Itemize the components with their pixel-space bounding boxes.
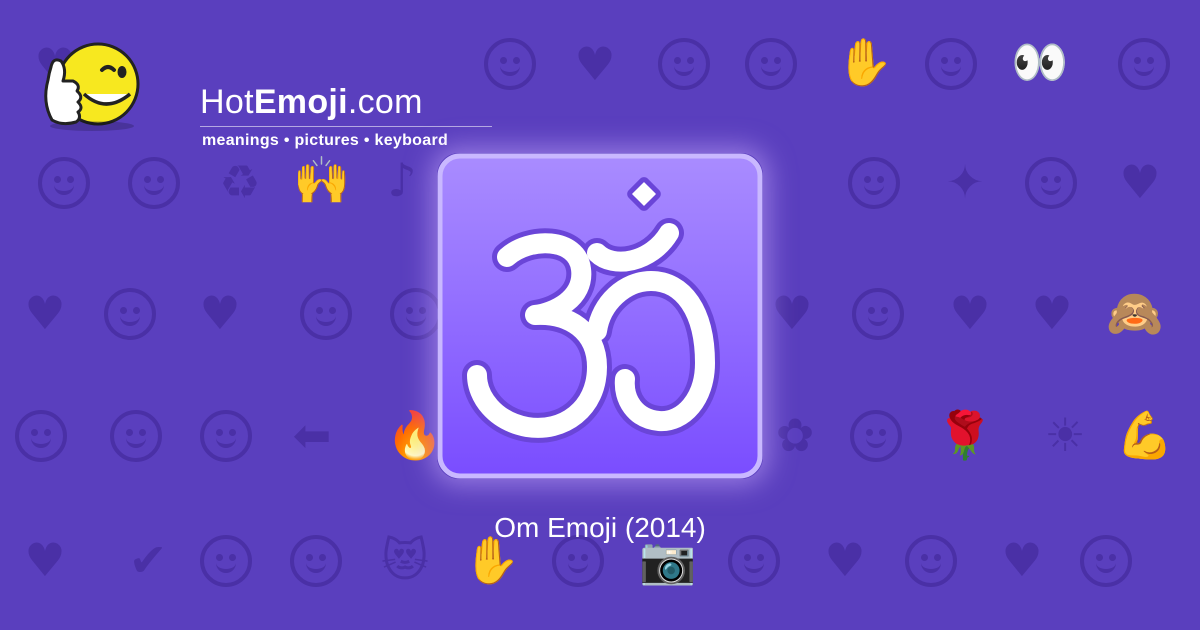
om-icon [437,153,763,479]
flexed-biceps-icon: 💪 [1116,408,1174,462]
smiley-face-icon [658,38,710,90]
ok-hand-icon: ✋ [836,35,894,89]
tired-face-icon [852,288,904,340]
neutral-face-icon [925,38,977,90]
tongue-wink-face-icon [300,288,352,340]
site-logo[interactable]: HotEmoji.com meanings • pictures • keybo… [40,36,492,149]
heart-arrow-icon: ♥ [771,286,813,340]
music-notes-icon: ♪ [387,153,417,207]
sad-face-icon [390,288,442,340]
sun-icon: ☀ [1044,408,1086,462]
site-tagline: meanings • pictures • keyboard [202,132,449,149]
smiley-face-icon [484,38,536,90]
relieved-face-icon [38,157,90,209]
eyes-icon: 👀 [1011,35,1069,89]
two-hearts-icon: ♥ [574,37,616,91]
site-name: HotEmoji.com [200,83,423,121]
scream-face-icon [15,410,67,462]
left-arrow-icon: ⬅ [292,408,332,462]
smiling-face-icon [128,157,180,209]
smirk-face-icon [1118,38,1170,90]
rose-icon: 🌹 [936,408,994,462]
confetti-icon: ✿ [775,408,815,462]
striped-heart-icon: ♥ [199,286,241,340]
recycle-icon: ♻ [219,155,261,209]
grinning-face-icon [848,157,900,209]
revolving-hearts-icon: ♥ [949,286,991,340]
heart-icon: ♥ [1031,286,1073,340]
confused-face-icon [104,288,156,340]
grinning-face-icon [1025,157,1077,209]
broken-heart-icon: ♥ [24,286,66,340]
striped-heart-icon: ♥ [1119,155,1161,209]
smiling-devil-icon [110,410,162,462]
angry-face-icon [200,410,252,462]
tongue-face-icon [850,410,902,462]
raising-hands-icon: 🙌 [293,153,351,207]
fire-icon: 🔥 [386,408,444,462]
monkey-icon: 🙈 [1106,286,1164,340]
logo-divider [200,126,492,127]
weary-face-icon [745,38,797,90]
sparkles-icon: ✦ [945,155,985,209]
emoji-image [437,153,763,479]
emoji-caption: Om Emoji (2014) [494,512,706,543]
thumbs-up-wink-face-icon [40,36,140,131]
